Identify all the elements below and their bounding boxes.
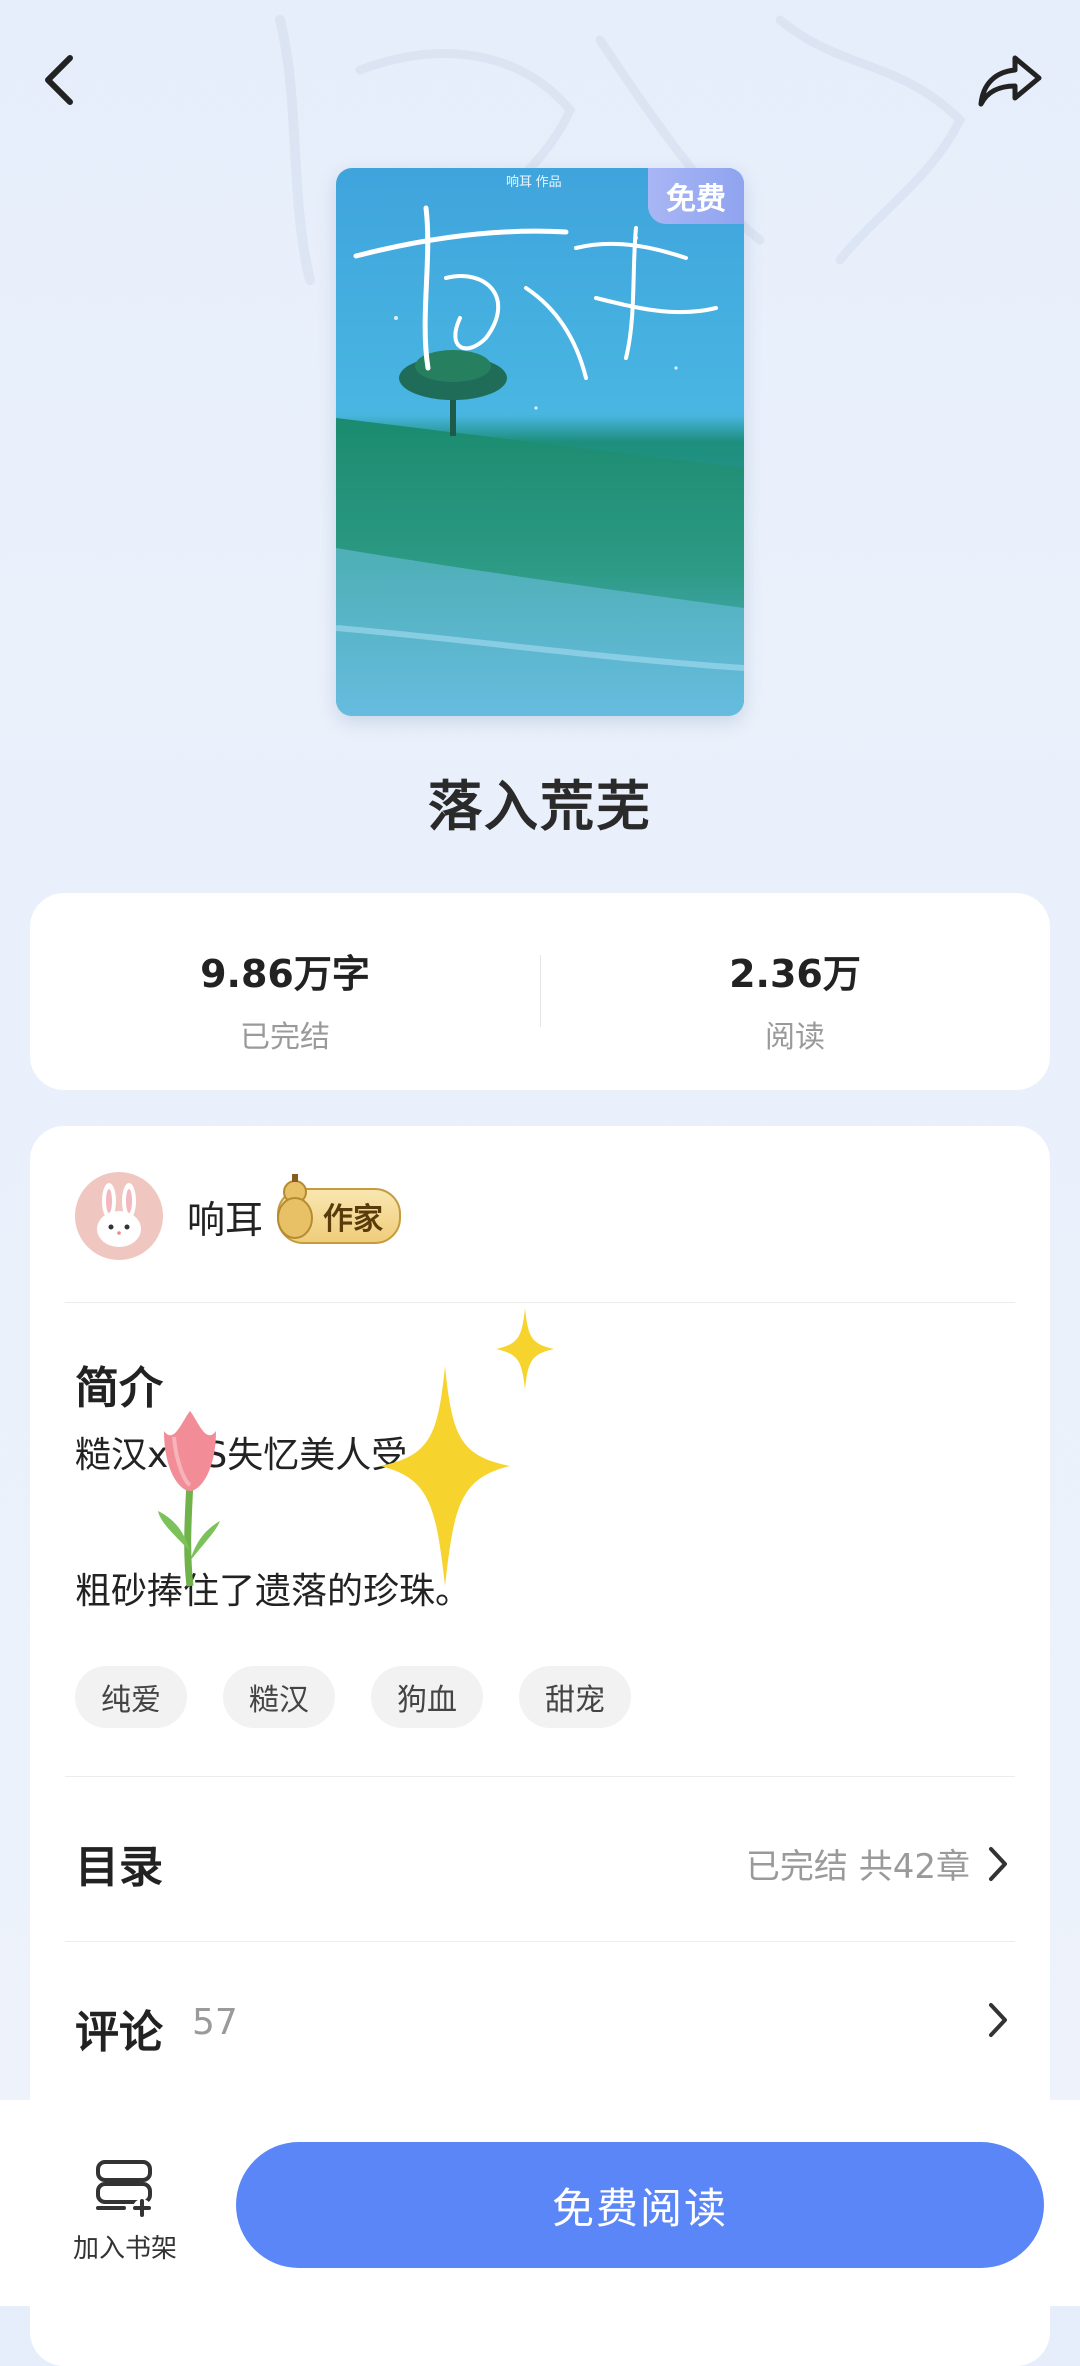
- cover-author-line: 响耳 作品: [506, 174, 562, 189]
- free-read-button[interactable]: 免费阅读: [236, 2142, 1044, 2268]
- chevron-right-icon: [989, 1846, 1007, 1881]
- top-bar: [0, 40, 1080, 120]
- back-button[interactable]: [30, 50, 90, 110]
- share-button[interactable]: [970, 50, 1050, 110]
- word-count-value: 9.86万字: [200, 952, 370, 996]
- comments-right: [986, 2000, 1010, 2040]
- chevron-right-icon: [989, 2003, 1007, 2037]
- toc-row[interactable]: 目录 已完结 共42章: [30, 1781, 1050, 1941]
- comment-count: 57: [192, 2002, 238, 2043]
- comments-heading: 评论: [75, 2007, 163, 2058]
- tulip-sticker-icon: [158, 1411, 220, 1587]
- author-badge-label: 作家: [323, 1202, 384, 1237]
- toc-divider: [65, 1941, 1015, 1942]
- rabbit-icon: [97, 1183, 141, 1247]
- free-badge: 免费: [648, 168, 744, 224]
- book-title: 落入荒芜: [428, 775, 652, 838]
- tag-list: 纯爱 糙汉 狗血 甜宠: [75, 1666, 631, 1728]
- tag-chip[interactable]: 甜宠: [519, 1666, 631, 1728]
- author-badge: 作家: [277, 1174, 402, 1244]
- add-to-shelf-button[interactable]: 加入书架: [60, 2158, 190, 2265]
- reads-value: 2.36万: [729, 952, 861, 996]
- reads-stat: 2.36万 阅读: [540, 943, 1050, 1056]
- word-count-stat: 9.86万字 已完结: [30, 943, 540, 1056]
- reads-label: 阅读: [765, 1020, 825, 1055]
- small-sparkle-icon: [496, 1308, 554, 1390]
- tag-chip[interactable]: 纯爱: [75, 1666, 187, 1728]
- gourd-icon: [277, 1174, 314, 1239]
- word-count-label: 已完结: [240, 1020, 330, 1055]
- stats-card: 9.86万字 已完结 2.36万 阅读: [30, 893, 1050, 1090]
- tag-chip[interactable]: 狗血: [371, 1666, 483, 1728]
- toc-heading: 目录: [75, 1842, 163, 1893]
- author-name[interactable]: 响耳: [187, 1189, 263, 1244]
- bottom-bar: 加入书架 免费阅读: [0, 2100, 1080, 2306]
- avatar[interactable]: [75, 1172, 163, 1260]
- chevron-left-icon: [45, 55, 73, 105]
- bookshelf-add-icon: [96, 2160, 152, 2217]
- tags-divider: [65, 1776, 1015, 1777]
- tag-chip[interactable]: 糙汉: [223, 1666, 335, 1728]
- cover-artwork: 响耳 作品: [336, 168, 744, 716]
- comments-row[interactable]: 评论 57: [30, 1946, 1050, 2096]
- toc-status: 已完结 共42章: [745, 1847, 970, 1887]
- toc-right: 已完结 共42章: [746, 1839, 1010, 1888]
- intro-line-1: 糙汉x VS失忆美人受: [75, 1435, 408, 1476]
- author-divider: [65, 1302, 1015, 1303]
- add-to-shelf-label: 加入书架: [72, 2234, 177, 2264]
- share-icon: [978, 55, 1042, 107]
- author-row[interactable]: 响耳 作家: [75, 1171, 402, 1261]
- book-cover[interactable]: 响耳 作品 免费: [336, 168, 744, 716]
